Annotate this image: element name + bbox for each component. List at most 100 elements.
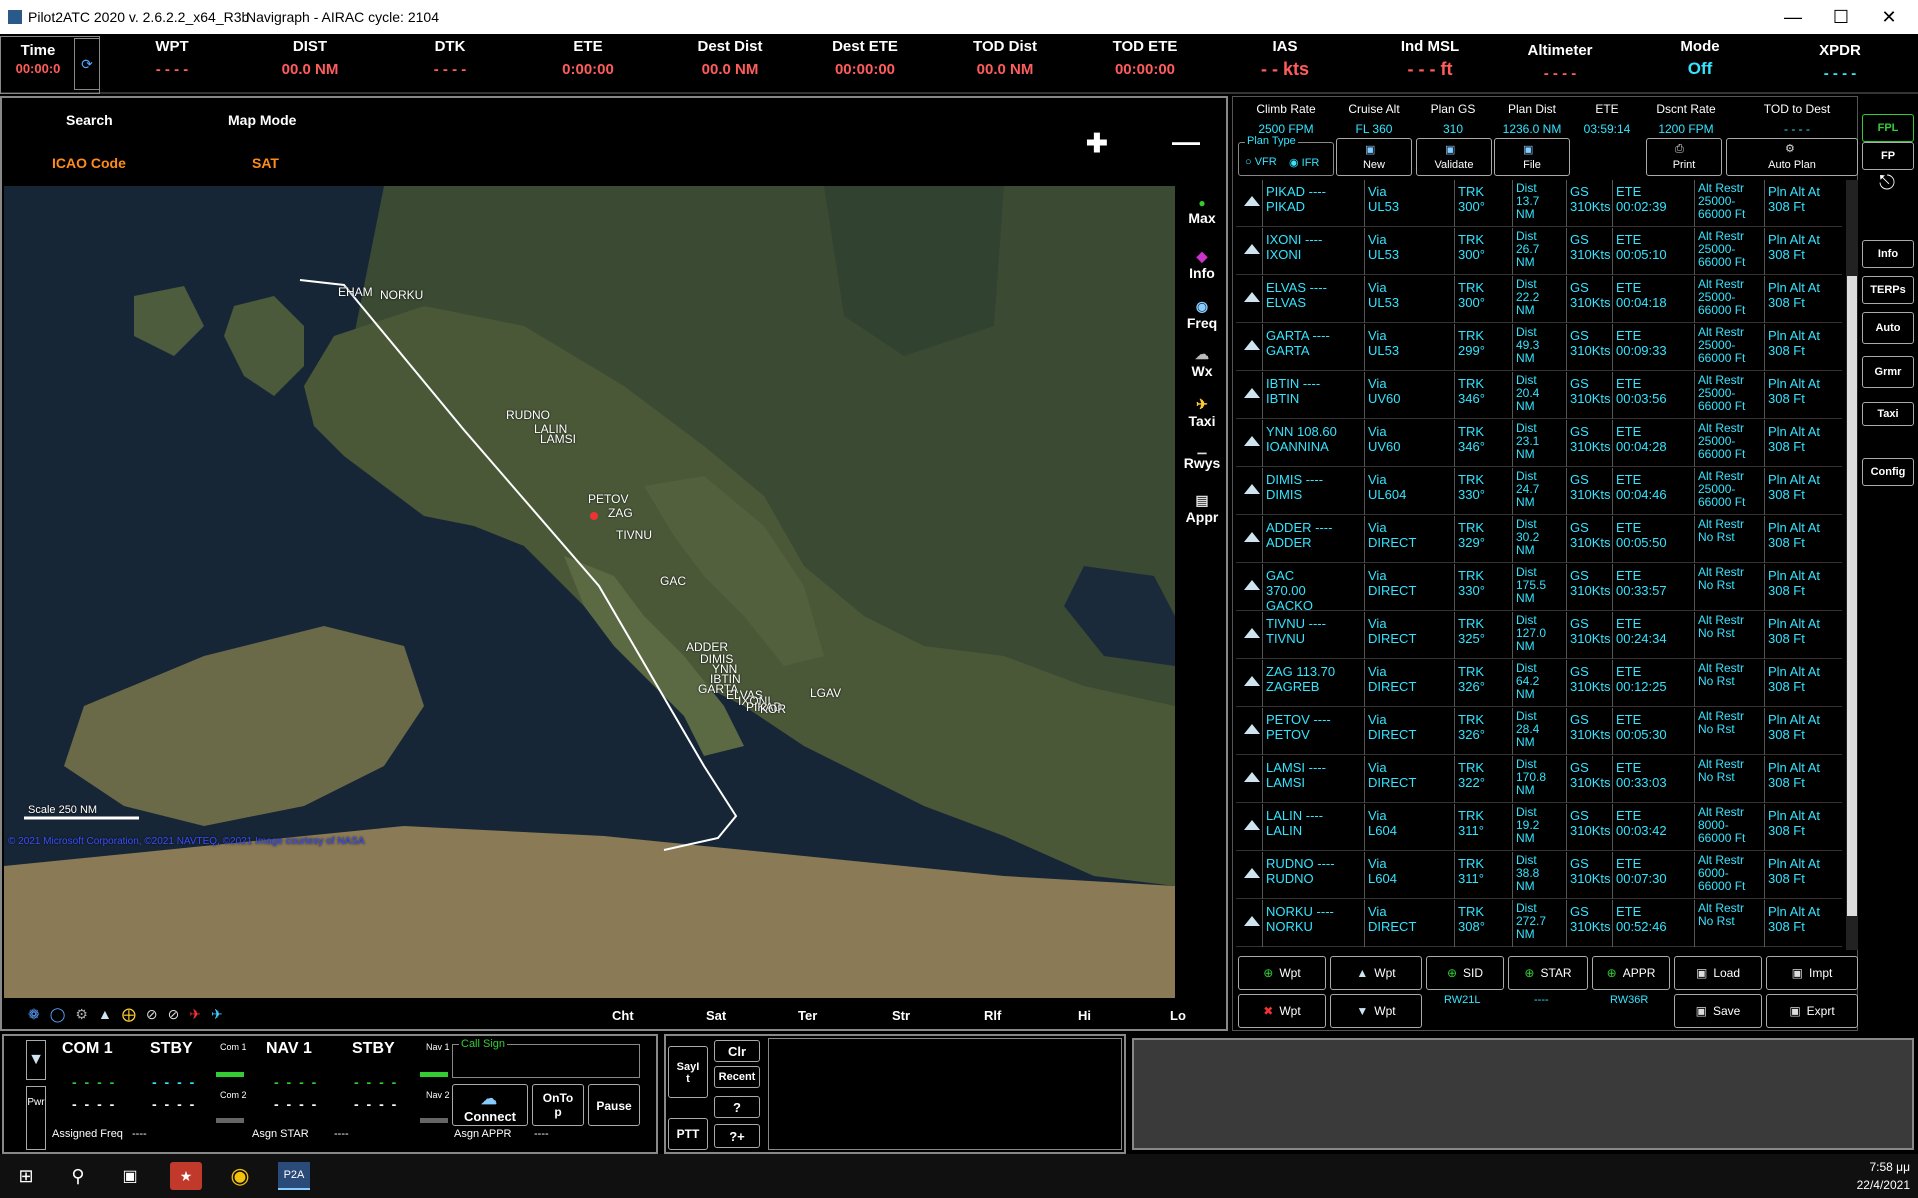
max-button[interactable]: ● Max bbox=[1176, 196, 1228, 226]
dist-cell[interactable]: Dist 64.2 NM bbox=[1512, 660, 1562, 707]
trk-cell[interactable]: TRK 322° bbox=[1454, 756, 1512, 803]
hi-mode-button[interactable]: Hi bbox=[1078, 1008, 1091, 1023]
ete-cell[interactable]: ETE 00:03:42 bbox=[1612, 804, 1692, 851]
flightplan-icon[interactable]: ⎋ bbox=[1872, 172, 1902, 194]
ete-cell[interactable]: ETE 00:12:25 bbox=[1612, 660, 1692, 707]
gs-cell[interactable]: GS 310Kts bbox=[1566, 660, 1610, 707]
table-row[interactable]: YNN 108.60 IOANNINA Via UV60 TRK 346° Dist 23.1… bbox=[1236, 420, 1842, 467]
com2-stby-freq[interactable]: - - - - bbox=[152, 1096, 196, 1112]
table-row[interactable]: PIKAD ---- PIKAD Via UL53 TRK 300° Dist 13.7 NM… bbox=[1236, 180, 1842, 227]
street-mode-button[interactable]: Str bbox=[892, 1008, 910, 1023]
aircraft-filter-icon[interactable]: ✈ bbox=[189, 1006, 201, 1023]
pln-alt-cell[interactable]: Pln Alt At 308 Ft bbox=[1764, 276, 1842, 323]
ete-cell[interactable]: ETE 00:24:34 bbox=[1612, 612, 1692, 659]
zoom-out-icon[interactable]: — bbox=[1172, 126, 1200, 158]
wpt-cell[interactable]: ADDER ---- ADDER bbox=[1262, 516, 1340, 563]
tab-auto[interactable]: Auto bbox=[1862, 312, 1914, 344]
pln-alt-cell[interactable]: Pln Alt At 308 Ft bbox=[1764, 660, 1842, 707]
nav2-stby-freq[interactable]: - - - - bbox=[354, 1096, 398, 1112]
gs-cell[interactable]: GS 310Kts bbox=[1566, 852, 1610, 899]
trk-cell[interactable]: TRK 330° bbox=[1454, 468, 1512, 515]
via-cell[interactable]: Via UL53 bbox=[1364, 180, 1458, 227]
table-row[interactable]: ADDER ---- ADDER Via DIRECT TRK 329° Dist 30.2 … bbox=[1236, 516, 1842, 563]
climb-rate-value[interactable]: 2500 FPM bbox=[1240, 122, 1332, 136]
ontop-button[interactable]: OnTop bbox=[532, 1084, 584, 1126]
gs-cell[interactable]: GS 310Kts bbox=[1566, 804, 1610, 851]
gs-cell[interactable]: GS 310Kts bbox=[1566, 468, 1610, 515]
info-button[interactable]: ◆ Info bbox=[1176, 248, 1228, 281]
trk-cell[interactable]: TRK 326° bbox=[1454, 660, 1512, 707]
pause-button[interactable]: Pause bbox=[588, 1084, 640, 1126]
alt-restr-cell[interactable]: Alt Restr No Rst bbox=[1694, 564, 1764, 611]
alt-restr-cell[interactable]: Alt Restr 25000-66000 Ft bbox=[1694, 276, 1764, 323]
alt-restr-cell[interactable]: Alt Restr 25000-66000 Ft bbox=[1694, 324, 1764, 371]
dist-cell[interactable]: Dist 49.3 NM bbox=[1512, 324, 1562, 371]
alt-restr-cell[interactable]: Alt Restr No Rst bbox=[1694, 612, 1764, 659]
dist-cell[interactable]: Dist 20.4 NM bbox=[1512, 372, 1562, 419]
collapse-icon[interactable]: ▼ bbox=[26, 1040, 46, 1080]
pln-alt-cell[interactable]: Pln Alt At 308 Ft bbox=[1764, 564, 1842, 611]
help-plus-button[interactable]: ?+ bbox=[714, 1124, 760, 1148]
ndb-filter-icon[interactable]: ⚙ bbox=[75, 1006, 88, 1023]
trk-cell[interactable]: TRK 300° bbox=[1454, 228, 1512, 275]
wpt-cell[interactable]: ZAG 113.70 ZAGREB bbox=[1262, 660, 1340, 707]
trk-cell[interactable]: TRK 346° bbox=[1454, 420, 1512, 467]
table-row[interactable]: NORKU ---- NORKU Via DIRECT TRK 308° Dist 272.7… bbox=[1236, 900, 1842, 947]
pln-alt-cell[interactable]: Pln Alt At 308 Ft bbox=[1764, 468, 1842, 515]
nav1-active-freq[interactable]: - - - - bbox=[274, 1074, 318, 1090]
gs-cell[interactable]: GS 310Kts bbox=[1566, 324, 1610, 371]
pln-alt-cell[interactable]: Pln Alt At 308 Ft bbox=[1764, 420, 1842, 467]
fpl-scrollbar[interactable] bbox=[1846, 180, 1858, 950]
sid-button[interactable]: ⊕ SID bbox=[1426, 956, 1504, 990]
recent-button[interactable]: Recent bbox=[714, 1066, 760, 1088]
power-button[interactable]: Pwr bbox=[26, 1086, 46, 1150]
wpt-cell[interactable]: IBTIN ---- IBTIN bbox=[1262, 372, 1340, 419]
mode-col[interactable]: Mode Off bbox=[1665, 38, 1735, 79]
trk-cell[interactable]: TRK 300° bbox=[1454, 180, 1512, 227]
sayit-button[interactable]: SayIt bbox=[668, 1046, 708, 1098]
gs-cell[interactable]: GS 310Kts bbox=[1566, 564, 1610, 611]
trk-cell[interactable]: TRK 311° bbox=[1454, 852, 1512, 899]
ete-cell[interactable]: ETE 00:33:57 bbox=[1612, 564, 1692, 611]
trk-cell[interactable]: TRK 311° bbox=[1454, 804, 1512, 851]
pln-alt-cell[interactable]: Pln Alt At 308 Ft bbox=[1764, 852, 1842, 899]
pln-alt-cell[interactable]: Pln Alt At 308 Ft bbox=[1764, 228, 1842, 275]
appr-proc-button[interactable]: ⊕ APPR bbox=[1592, 956, 1670, 990]
tab-fp[interactable]: FP bbox=[1862, 142, 1914, 170]
alt-restr-cell[interactable]: Alt Restr 25000-66000 Ft bbox=[1694, 228, 1764, 275]
dist-cell[interactable]: Dist 13.7 NM bbox=[1512, 180, 1562, 227]
ete-cell[interactable]: ETE 00:04:28 bbox=[1612, 420, 1692, 467]
wpt-cell[interactable]: TIVNU ---- TIVNU bbox=[1262, 612, 1340, 659]
fpl-scroll-thumb[interactable] bbox=[1847, 276, 1857, 916]
alt-restr-cell[interactable]: Alt Restr No Rst bbox=[1694, 516, 1764, 563]
via-cell[interactable]: Via L604 bbox=[1364, 852, 1458, 899]
dist-cell[interactable]: Dist 30.2 NM bbox=[1512, 516, 1562, 563]
alt-restr-cell[interactable]: Alt Restr No Rst bbox=[1694, 708, 1764, 755]
dist-cell[interactable]: Dist 127.0 NM bbox=[1512, 612, 1562, 659]
dist-cell[interactable]: Dist 170.8 NM bbox=[1512, 756, 1562, 803]
wpt-cell[interactable]: YNN 108.60 IOANNINA bbox=[1262, 420, 1340, 467]
maximize-icon[interactable]: ☐ bbox=[1818, 0, 1864, 34]
delete-wpt-button[interactable]: ✖ Wpt bbox=[1238, 994, 1326, 1028]
descent-rate-value[interactable]: 1200 FPM bbox=[1646, 122, 1726, 136]
via-cell[interactable]: Via DIRECT bbox=[1364, 660, 1458, 707]
pln-alt-cell[interactable]: Pln Alt At 308 Ft bbox=[1764, 612, 1842, 659]
wpt-cell[interactable]: RUDNO ---- RUDNO bbox=[1262, 852, 1340, 899]
ete-cell[interactable]: ETE 00:33:03 bbox=[1612, 756, 1692, 803]
move-down-wpt-button[interactable]: ▼ Wpt bbox=[1330, 994, 1422, 1028]
wpt-cell[interactable]: GAC 370.00 GACKO bbox=[1262, 564, 1340, 611]
ete-cell[interactable]: ETE 00:05:30 bbox=[1612, 708, 1692, 755]
table-row[interactable]: GARTA ---- GARTA Via UL53 TRK 299° Dist 49.3 NM… bbox=[1236, 324, 1842, 371]
alt-restr-cell[interactable]: Alt Restr No Rst bbox=[1694, 900, 1764, 947]
import-button[interactable]: ▣ Impt bbox=[1766, 956, 1858, 990]
ete-cell[interactable]: ETE 00:04:46 bbox=[1612, 468, 1692, 515]
cruise-alt-value[interactable]: FL 360 bbox=[1334, 122, 1414, 136]
com1-active-freq[interactable]: - - - - bbox=[72, 1074, 116, 1090]
ptt-button[interactable]: PTT bbox=[668, 1118, 708, 1150]
map-view[interactable]: EHAM NORKU RUDNO LALIN LAMSI PETOV ZAG T… bbox=[4, 186, 1175, 998]
tab-config[interactable]: Config bbox=[1862, 458, 1914, 486]
via-cell[interactable]: Via UL53 bbox=[1364, 324, 1458, 371]
table-row[interactable]: GAC 370.00 GACKO Via DIRECT TRK 330° Dist 175.5… bbox=[1236, 564, 1842, 611]
wpt-cell[interactable]: NORKU ---- NORKU bbox=[1262, 900, 1340, 947]
trk-cell[interactable]: TRK 346° bbox=[1454, 372, 1512, 419]
